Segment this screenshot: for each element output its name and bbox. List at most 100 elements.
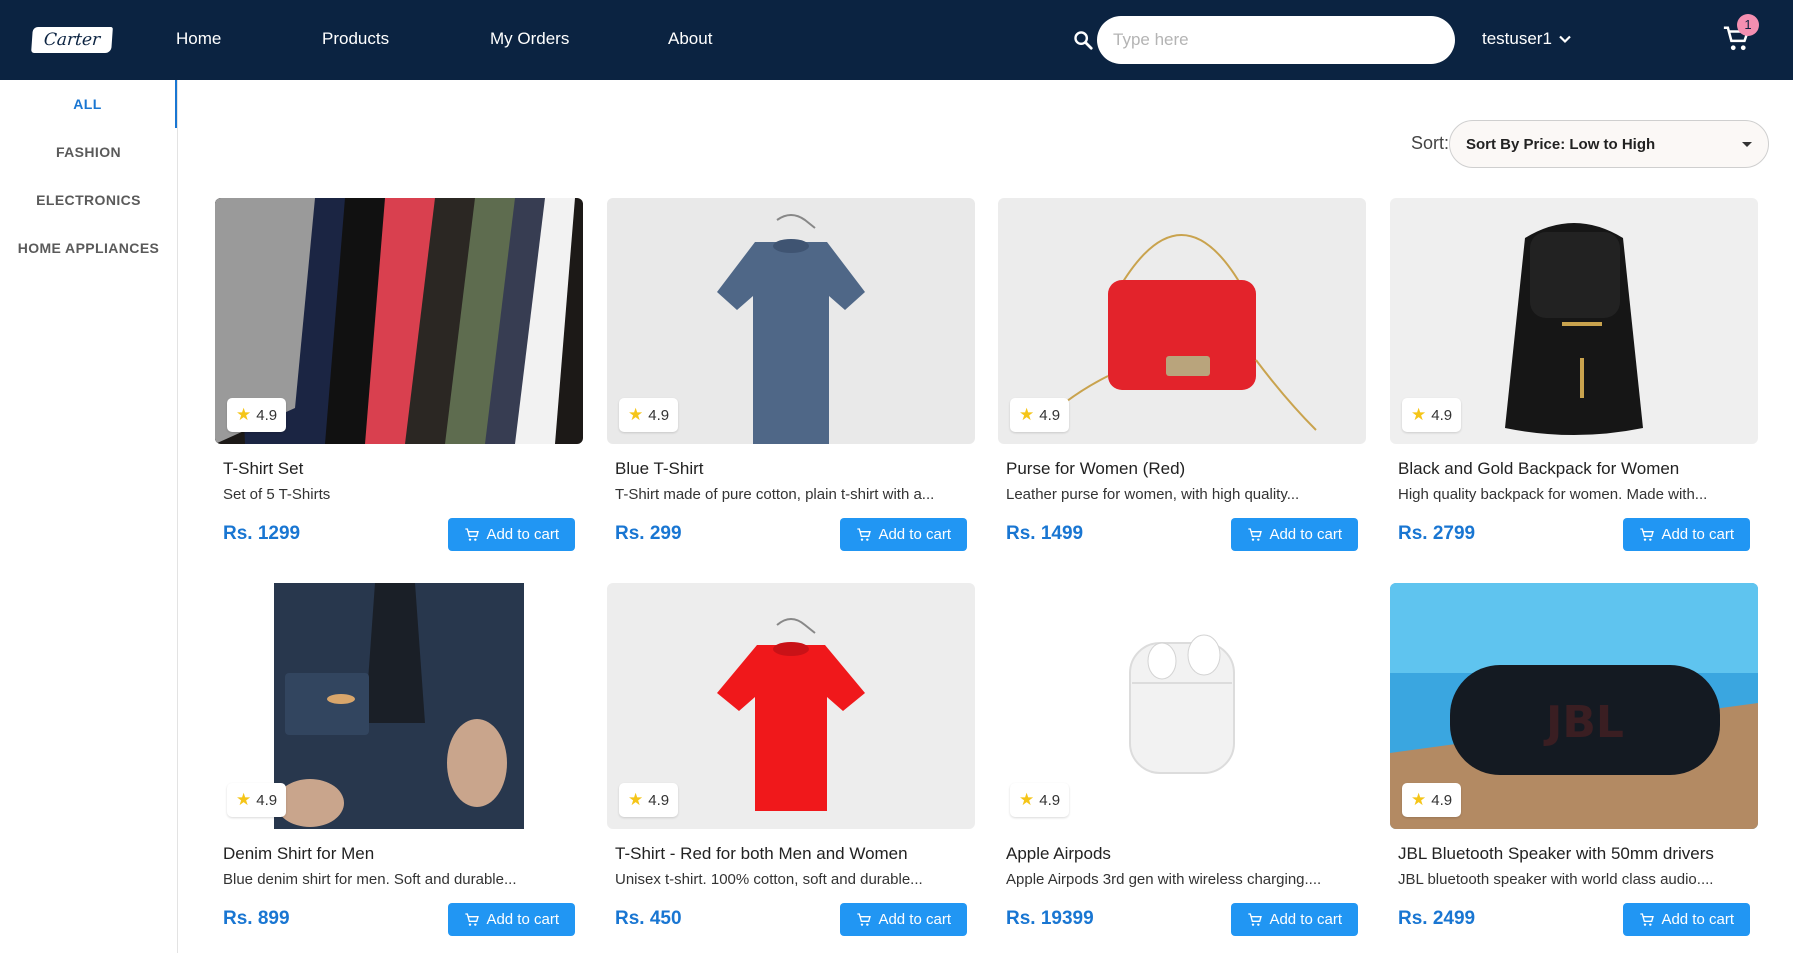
product-description: High quality backpack for women. Made wi… [1398, 486, 1708, 503]
add-to-cart-label: Add to cart [1661, 526, 1734, 543]
sort-select[interactable]: Sort By Price: Low to High [1449, 120, 1769, 168]
product-description: Set of 5 T-Shirts [223, 486, 331, 503]
product-name[interactable]: JBL Bluetooth Speaker with 50mm drivers [1398, 844, 1750, 864]
cart-icon [1248, 527, 1263, 541]
cart-icon [1640, 912, 1655, 926]
cart-count-badge: 1 [1737, 14, 1759, 36]
rating-badge: ★ 4.9 [1010, 783, 1070, 817]
svg-text:JBL: JBL [1543, 697, 1624, 748]
product-card[interactable]: JBL ★ 4.9 JBL Bluetooth Speaker with 50mm… [1390, 583, 1758, 963]
rating-badge: ★ 4.9 [1010, 398, 1070, 432]
product-description: Unisex t-shirt. 100% cotton, soft and du… [615, 871, 923, 888]
username-label: testuser1 [1482, 29, 1552, 48]
product-card[interactable]: ★ 4.9 Black and Gold Backpack for Women H… [1390, 198, 1758, 578]
product-name[interactable]: Blue T-Shirt [615, 459, 967, 479]
product-name[interactable]: Purse for Women (Red) [1006, 459, 1358, 479]
product-card[interactable]: ★ 4.9 Blue T-Shirt T-Shirt made of pure c… [607, 198, 975, 578]
rating-value: 4.9 [1039, 406, 1061, 424]
sort-label: Sort: [1411, 133, 1450, 153]
add-to-cart-label: Add to cart [878, 526, 951, 543]
rating-value: 4.9 [648, 791, 670, 809]
category-all[interactable]: ALL [0, 80, 177, 128]
add-to-cart-label: Add to cart [1661, 911, 1734, 928]
product-price: Rs. 299 [615, 523, 682, 544]
product-card[interactable]: ★ 4.9 T-Shirt - Red for both Men and Wome… [607, 583, 975, 963]
category-fashion[interactable]: FASHION [0, 128, 177, 176]
rating-badge: ★ 4.9 [227, 398, 287, 432]
category-electronics[interactable]: ELECTRONICS [0, 176, 177, 224]
rating-badge: ★ 4.9 [619, 783, 679, 817]
rating-badge: ★ 4.9 [227, 783, 287, 817]
star-icon: ★ [1411, 790, 1427, 809]
product-price: Rs. 1299 [223, 523, 301, 544]
rating-badge: ★ 4.9 [1402, 398, 1462, 432]
product-name[interactable]: Black and Gold Backpack for Women [1398, 459, 1750, 479]
product-description: Leather purse for women, with high quali… [1006, 486, 1300, 503]
add-to-cart-button[interactable]: Add to cart [448, 518, 575, 551]
category-home-appliances[interactable]: HOME APPLIANCES [0, 224, 177, 272]
add-to-cart-button[interactable]: Add to cart [1231, 903, 1358, 936]
nav-products-link[interactable]: Products [322, 28, 389, 50]
product-price: Rs. 2499 [1398, 908, 1476, 929]
rating-value: 4.9 [1431, 791, 1453, 809]
star-icon: ★ [628, 790, 644, 809]
top-navbar: Carter Home Products My Orders About tes… [0, 0, 1793, 80]
cart-icon [1640, 527, 1655, 541]
product-price: Rs. 2799 [1398, 523, 1476, 544]
product-card[interactable]: ★ 4.9 Denim Shirt for Men Blue denim shir… [215, 583, 583, 963]
nav-about-link[interactable]: About [668, 28, 712, 50]
product-card[interactable]: ★ 4.9 T-Shirt Set Set of 5 T-Shirts Rs. 1… [215, 198, 583, 578]
add-to-cart-label: Add to cart [486, 526, 559, 543]
cart-icon [857, 912, 872, 926]
rating-value: 4.9 [1431, 406, 1453, 424]
rating-value: 4.9 [256, 791, 278, 809]
caret-down-icon [1742, 141, 1752, 147]
add-to-cart-button[interactable]: Add to cart [840, 518, 967, 551]
product-price: Rs. 450 [615, 908, 682, 929]
brand-logo[interactable]: Carter [31, 27, 113, 53]
add-to-cart-label: Add to cart [1269, 526, 1342, 543]
product-name[interactable]: Apple Airpods [1006, 844, 1358, 864]
star-icon: ★ [1019, 790, 1035, 809]
add-to-cart-button[interactable]: Add to cart [840, 903, 967, 936]
product-card[interactable]: ★ 4.9 Apple Airpods Apple Airpods 3rd gen… [998, 583, 1366, 963]
product-price: Rs. 899 [223, 908, 290, 929]
star-icon: ★ [1019, 405, 1035, 424]
product-name[interactable]: T-Shirt Set [223, 459, 575, 479]
search-icon[interactable] [1072, 29, 1094, 51]
star-icon: ★ [628, 405, 644, 424]
rating-badge: ★ 4.9 [619, 398, 679, 432]
cart-icon [857, 527, 872, 541]
rating-value: 4.9 [648, 406, 670, 424]
star-icon: ★ [1411, 405, 1427, 424]
add-to-cart-button[interactable]: Add to cart [448, 903, 575, 936]
user-menu[interactable]: testuser1 [1482, 28, 1572, 50]
star-icon: ★ [236, 790, 252, 809]
add-to-cart-label: Add to cart [878, 911, 951, 928]
cart-icon [465, 912, 480, 926]
nav-my-orders-link[interactable]: My Orders [490, 28, 569, 50]
product-description: Apple Airpods 3rd gen with wireless char… [1006, 871, 1322, 888]
add-to-cart-label: Add to cart [486, 911, 559, 928]
product-name[interactable]: T-Shirt - Red for both Men and Women [615, 844, 967, 864]
star-icon: ★ [236, 405, 252, 424]
product-description: JBL bluetooth speaker with world class a… [1398, 871, 1714, 888]
cart-icon [465, 527, 480, 541]
product-name[interactable]: Denim Shirt for Men [223, 844, 575, 864]
add-to-cart-label: Add to cart [1269, 911, 1342, 928]
add-to-cart-button[interactable]: Add to cart [1623, 518, 1750, 551]
cart-icon [1248, 912, 1263, 926]
rating-value: 4.9 [256, 406, 278, 424]
product-card[interactable]: ★ 4.9 Purse for Women (Red) Leather purse… [998, 198, 1366, 578]
search-input[interactable] [1097, 16, 1455, 64]
rating-badge: ★ 4.9 [1402, 783, 1462, 817]
add-to-cart-button[interactable]: Add to cart [1623, 903, 1750, 936]
add-to-cart-button[interactable]: Add to cart [1231, 518, 1358, 551]
product-description: T-Shirt made of pure cotton, plain t-shi… [615, 486, 935, 503]
sort-selected-value: Sort By Price: Low to High [1466, 135, 1656, 153]
product-price: Rs. 19399 [1006, 908, 1094, 929]
chevron-down-icon [1559, 35, 1571, 44]
product-description: Blue denim shirt for men. Soft and durab… [223, 871, 517, 888]
nav-home-link[interactable]: Home [176, 28, 221, 50]
category-sidebar: ALL FASHION ELECTRONICS HOME APPLIANCES [0, 80, 178, 953]
